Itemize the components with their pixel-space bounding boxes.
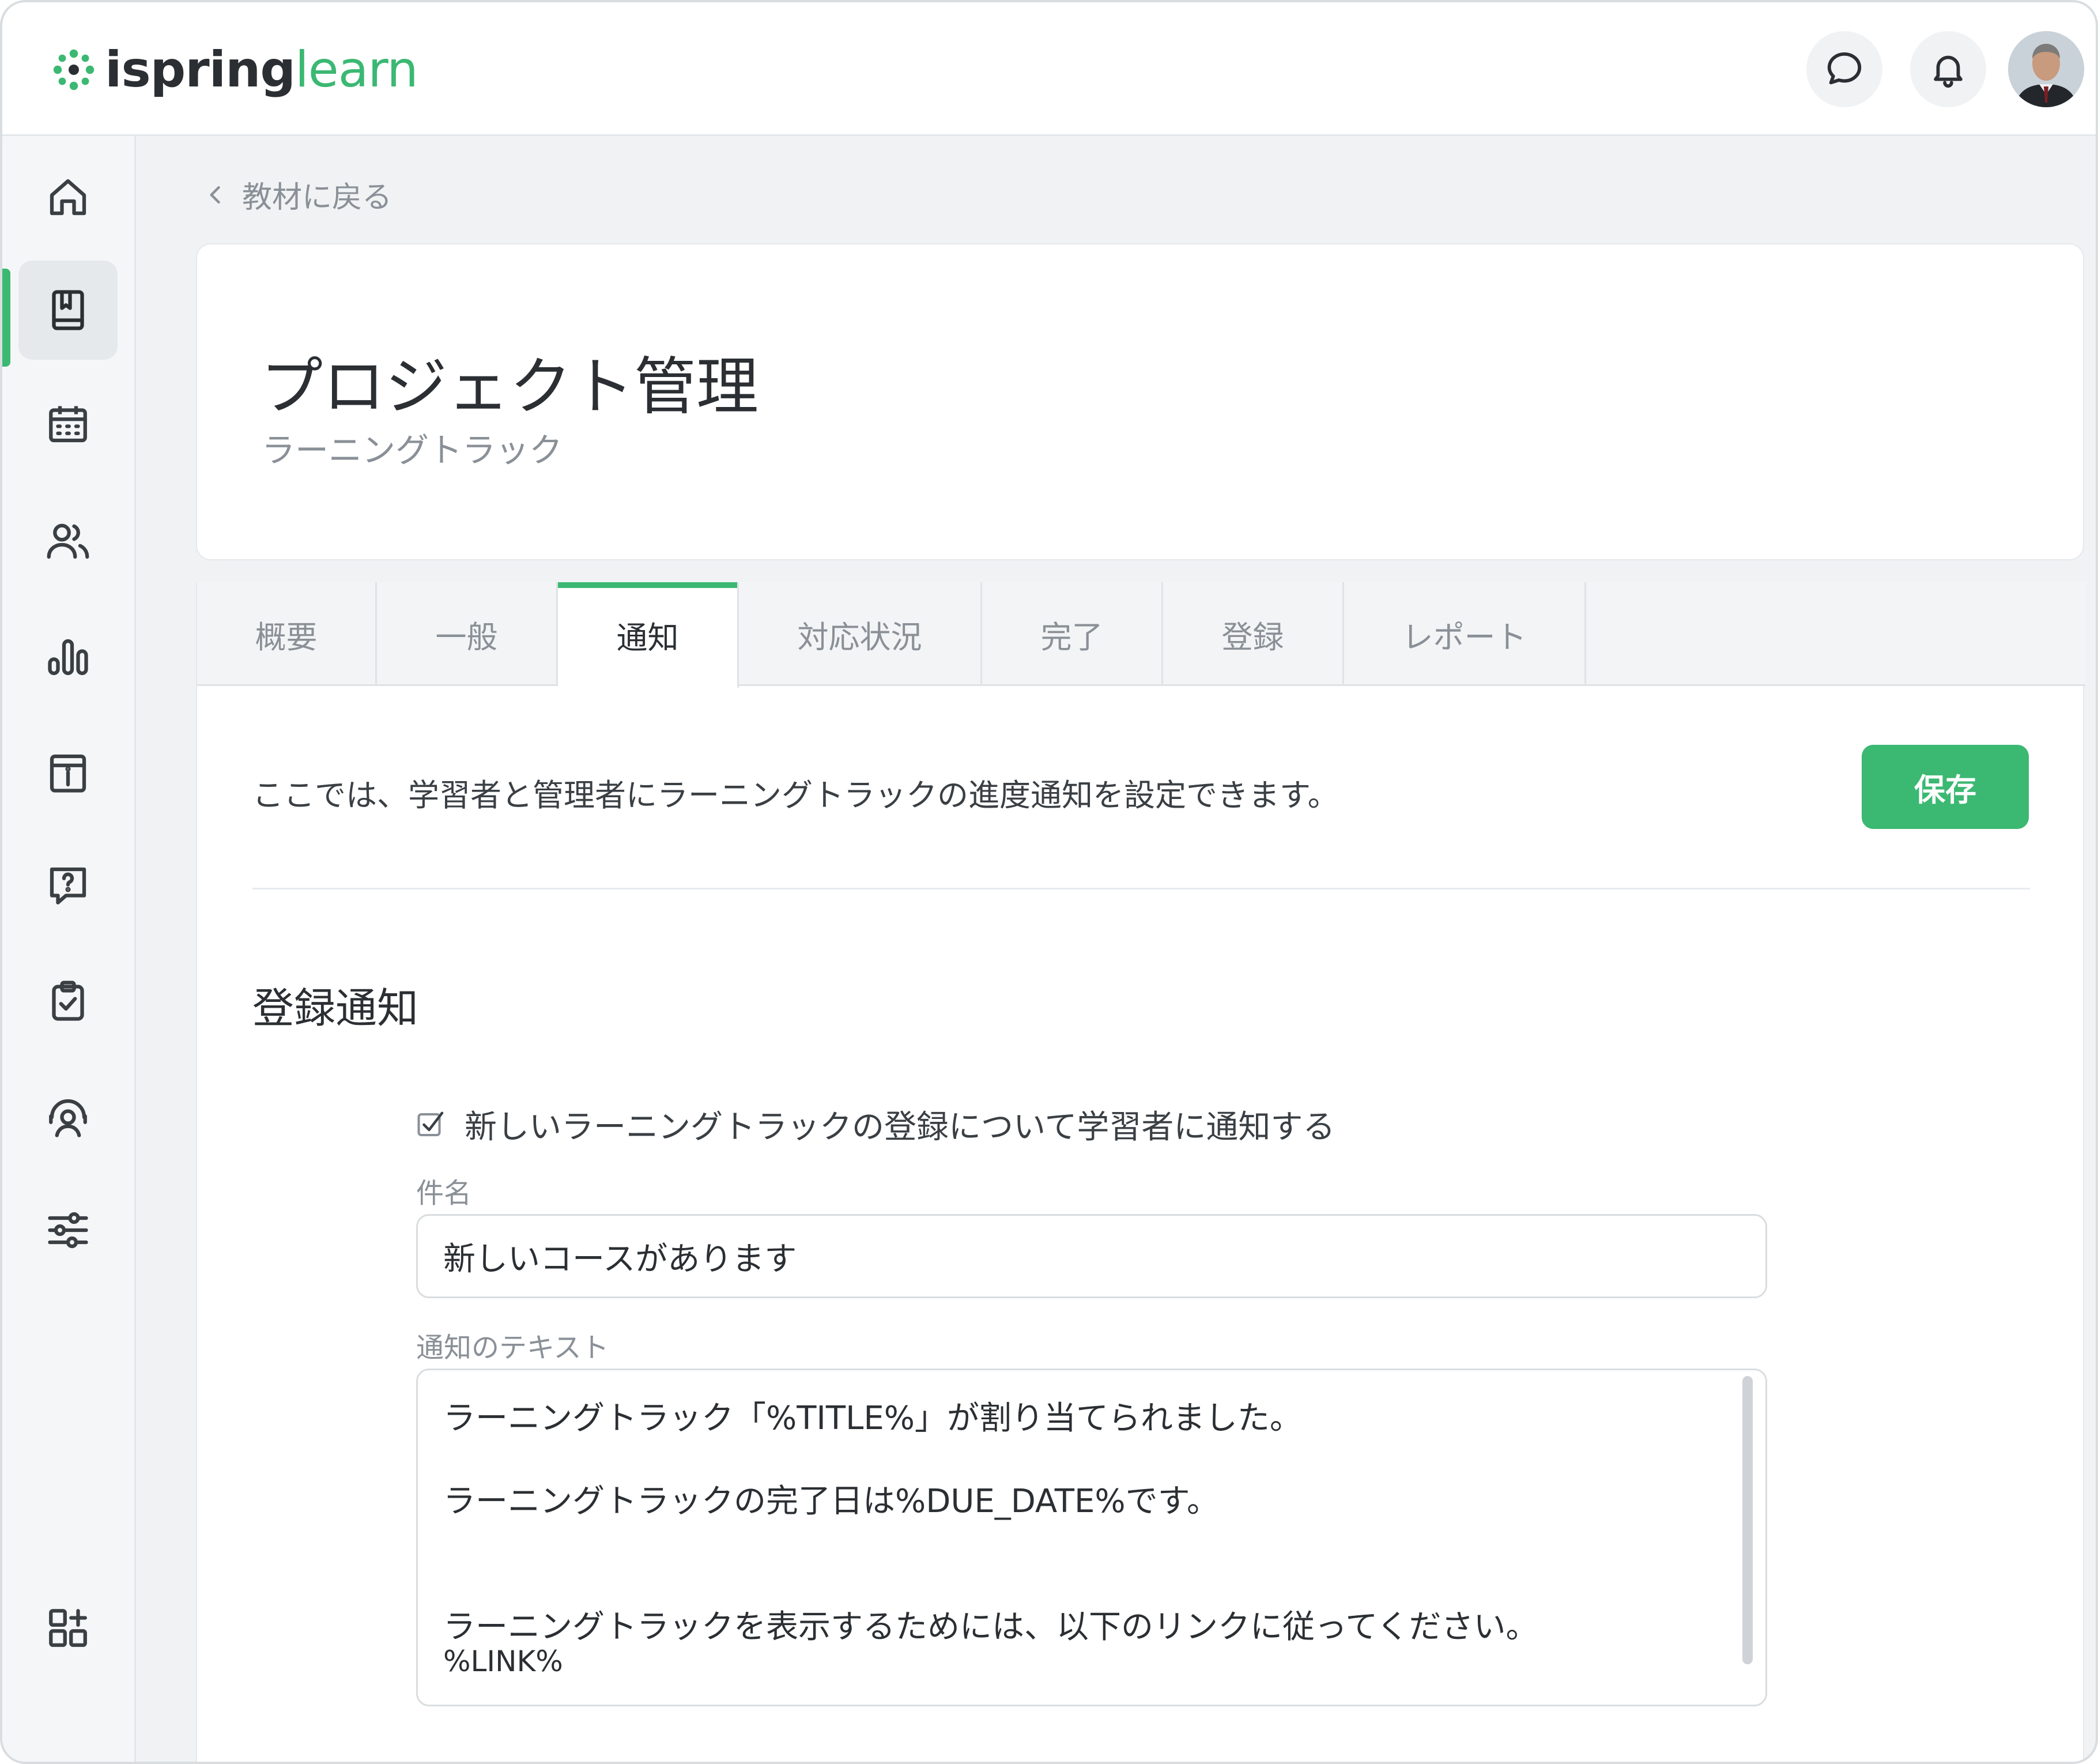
user-avatar[interactable]: [2008, 31, 2084, 107]
chat-button[interactable]: [1806, 31, 1882, 107]
clipboard-check-icon: [52, 981, 84, 1021]
subject-input[interactable]: 新しいコースがあります: [416, 1214, 1767, 1298]
sliders-icon: [48, 1212, 88, 1249]
support-agent-icon: [49, 1099, 87, 1137]
sidebar-item-assignments[interactable]: [18, 951, 118, 1050]
section-title: 登録通知: [252, 984, 419, 1032]
notify-learners-row: 新しいラーニングトラックの登録について学習者に通知する: [416, 1101, 1335, 1148]
top-bar: ispringlearn: [2, 2, 2096, 136]
tab-notifications[interactable]: 通知: [558, 582, 739, 688]
body-line: %LINK%: [443, 1645, 563, 1678]
save-button[interactable]: 保存: [1862, 745, 2029, 829]
textarea-scrollbar[interactable]: [1742, 1376, 1753, 1664]
info-calendar-icon: [50, 754, 86, 793]
notifications-description: ここでは、学習者と管理者にラーニングトラックの進度通知を設定できます。: [252, 777, 1339, 813]
tab-bar: 概要 一般 通知 対応状況 完了 登録 レポート: [197, 582, 2085, 688]
users-icon: [47, 523, 89, 559]
tab-overview[interactable]: 概要: [197, 582, 377, 686]
tab-enrollment[interactable]: 登録: [1163, 582, 1344, 686]
notification-text-area[interactable]: ラーニングトラック「%TITLE%」が割り当てられました。 ラーニングトラックの…: [416, 1369, 1767, 1706]
notify-learners-label: 新しいラーニングトラックの登録について学習者に通知する: [465, 1109, 1335, 1146]
sidebar-item-settings[interactable]: [18, 1181, 118, 1280]
ispring-logo-icon: [53, 49, 95, 91]
sidebar: [2, 136, 136, 1762]
question-icon: [50, 867, 86, 904]
header-card: プロジェクト管理 ラーニングトラック: [196, 243, 2084, 560]
tab-availability[interactable]: 対応状況: [739, 582, 982, 686]
home-icon: [50, 179, 86, 216]
body-line: ラーニングトラック「%TITLE%」が割り当てられました。: [443, 1400, 1302, 1437]
sidebar-item-support[interactable]: [18, 1068, 118, 1167]
sidebar-item-calendar[interactable]: [18, 375, 118, 474]
sidebar-item-help[interactable]: [18, 836, 118, 935]
tab-reports[interactable]: レポート: [1344, 582, 1586, 686]
add-apps-icon: [49, 1609, 87, 1647]
sidebar-item-reports[interactable]: [18, 608, 118, 707]
logo[interactable]: ispringlearn: [51, 38, 418, 101]
active-nav-indicator: [2, 269, 10, 367]
sidebar-item-info[interactable]: [18, 723, 118, 822]
body-line: ラーニングトラックの完了日は%DUE_DATE%です。: [443, 1483, 1220, 1520]
tab-general[interactable]: 一般: [377, 582, 558, 686]
sidebar-item-home[interactable]: [18, 148, 118, 247]
settings-panel: 概要 一般 通知 対応状況 完了 登録 レポート ここでは、学習者と管理者にラー…: [196, 582, 2085, 1762]
divider: [252, 888, 2030, 889]
subject-label: 件名: [416, 1177, 472, 1209]
sidebar-item-library[interactable]: [18, 261, 118, 360]
body-label: 通知のテキスト: [416, 1332, 609, 1364]
book-icon: [52, 290, 84, 330]
logo-text: ispringlearn: [105, 41, 418, 99]
tab-completion[interactable]: 完了: [982, 582, 1163, 686]
bell-icon: [1934, 55, 1963, 88]
sidebar-item-users[interactable]: [18, 491, 118, 590]
sidebar-item-add-apps[interactable]: [18, 1578, 118, 1678]
page-title: プロジェクト管理: [261, 351, 759, 423]
back-link[interactable]: 教材に戻る: [203, 173, 392, 216]
page-subtitle: ラーニングトラック: [262, 431, 563, 470]
bar-chart-icon: [48, 639, 88, 676]
main-content: 教材に戻る プロジェクト管理 ラーニングトラック 概要 一般 通知 対応状況 完…: [138, 138, 2096, 1762]
back-link-label: 教材に戻る: [242, 180, 393, 215]
notifications-button[interactable]: [1910, 31, 1986, 107]
chevron-left-icon: [210, 186, 220, 203]
app-window: ispringlearn 教材に戻る プロジェクト管理 ラーニングトラック 概要…: [0, 0, 2098, 1764]
chat-icon: [1827, 52, 1862, 85]
calendar-icon: [49, 406, 87, 443]
avatar-image: [2008, 31, 2084, 107]
body-line: ラーニングトラックを表示するためには、以下のリンクに従ってください。: [443, 1608, 1538, 1646]
notify-learners-checkbox[interactable]: [416, 1109, 447, 1140]
